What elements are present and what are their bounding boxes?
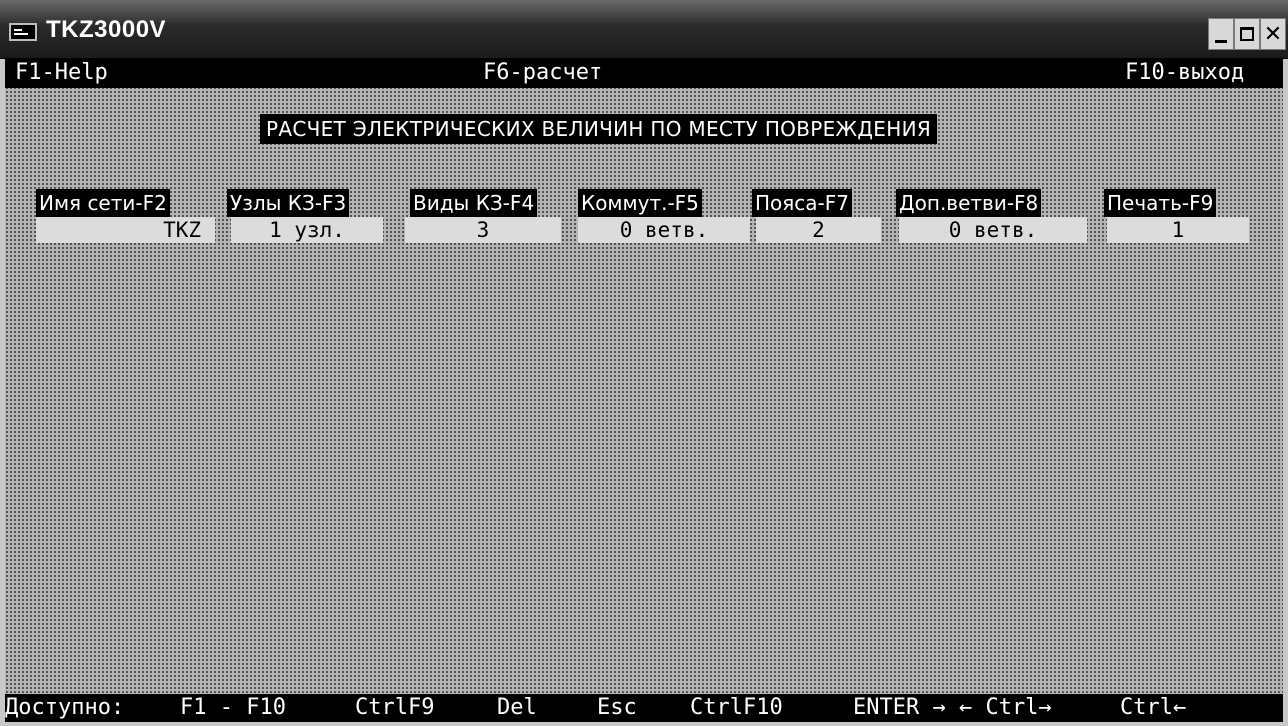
del-key: Del xyxy=(497,695,537,720)
switching-value[interactable]: 0 ветв. xyxy=(578,217,750,243)
window-title: TKZ3000V xyxy=(46,16,167,43)
minimize-button[interactable] xyxy=(1208,18,1234,50)
maximize-button[interactable] xyxy=(1234,18,1260,50)
close-icon: ✕ xyxy=(1263,21,1283,46)
zones-header[interactable]: Пояса-F7 xyxy=(752,189,853,217)
page-title: РАСЧЕТ ЭЛЕКТРИЧЕСКИХ ВЕЛИЧИН ПО МЕСТУ ПО… xyxy=(260,114,938,144)
maximize-icon xyxy=(1240,27,1254,41)
switching-header[interactable]: Коммут.-F5 xyxy=(578,189,702,217)
enter-navigation-keys: ENTER → ← Ctrl→ xyxy=(853,695,1052,720)
extra-branches-value[interactable]: 0 ветв. xyxy=(899,217,1087,243)
esc-key: Esc xyxy=(597,695,637,720)
print-header[interactable]: Печать-F9 xyxy=(1104,189,1217,217)
extra-branches-header[interactable]: Доп.ветви-F8 xyxy=(896,189,1042,217)
calculate-key[interactable]: F6-расчет xyxy=(483,58,602,88)
print-value[interactable]: 1 xyxy=(1107,217,1249,243)
help-key[interactable]: F1-Help xyxy=(15,58,108,88)
ctrl-left-key: Ctrl← xyxy=(1120,695,1187,720)
title-bar[interactable]: TKZ3000V ✕ xyxy=(0,0,1288,59)
function-key-bar: F1-Help F6-расчет F10-выход xyxy=(5,58,1283,88)
fault-nodes-value[interactable]: 1 узл. xyxy=(231,217,383,243)
app-window: TKZ3000V ✕ F1-Help F6-расчет F10-выход Р… xyxy=(0,0,1288,726)
ctrl-f9-key: CtrlF9 xyxy=(355,695,435,720)
fault-nodes-header[interactable]: Узлы КЗ-F3 xyxy=(227,189,350,217)
fault-types-header[interactable]: Виды КЗ-F4 xyxy=(410,189,538,217)
minimize-icon xyxy=(1215,39,1227,43)
console-area: F1-Help F6-расчет F10-выход РАСЧЕТ ЭЛЕКТ… xyxy=(5,58,1283,722)
network-name-value[interactable]: TKZ xyxy=(36,217,215,243)
close-button[interactable]: ✕ xyxy=(1260,18,1286,50)
fault-types-value[interactable]: 3 xyxy=(405,217,561,243)
network-name-header[interactable]: Имя сети-F2 xyxy=(36,189,170,217)
ctrl-f10-key: CtrlF10 xyxy=(690,695,783,720)
available-label: Доступно: xyxy=(5,695,125,720)
console-app-icon[interactable] xyxy=(9,23,37,41)
zones-value[interactable]: 2 xyxy=(756,217,881,243)
exit-key[interactable]: F10-выход xyxy=(1125,58,1244,88)
status-bar: Доступно: F1 - F10 CtrlF9 Del Esc CtrlF1… xyxy=(5,694,1283,722)
f1-f10-key: F1 - F10 xyxy=(180,695,286,720)
